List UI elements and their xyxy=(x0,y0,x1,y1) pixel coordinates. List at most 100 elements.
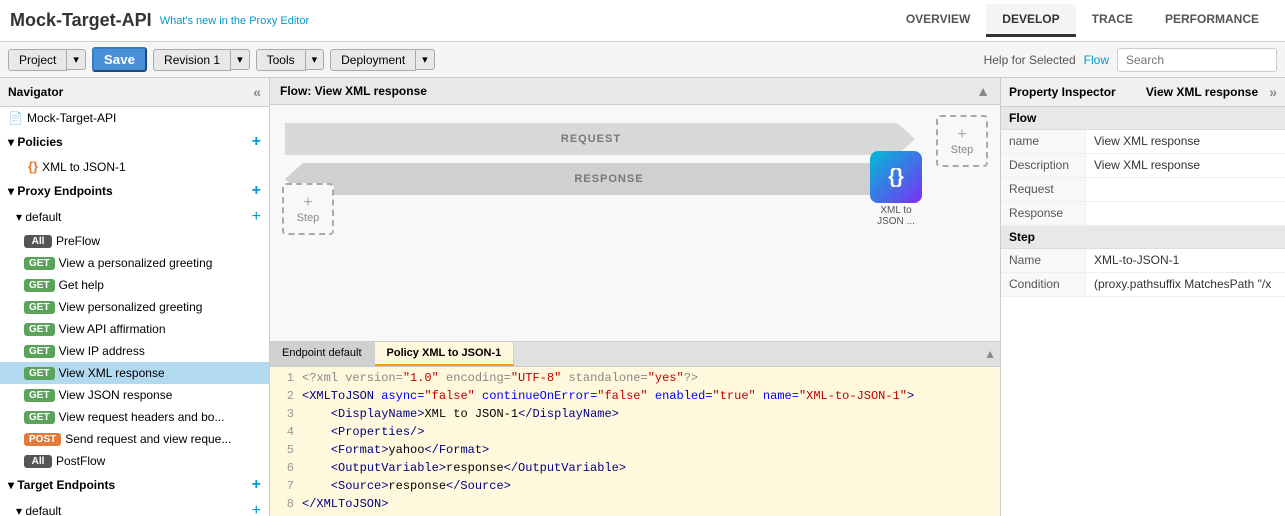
request-label: REQUEST xyxy=(561,133,621,145)
code-line-5: 5 <Format>yahoo</Format> xyxy=(270,441,1000,459)
xml-label: View XML response xyxy=(59,366,165,380)
flow-collapse[interactable]: ▲ xyxy=(976,83,990,99)
tab-endpoint-default[interactable]: Endpoint default xyxy=(270,342,375,366)
tools-button[interactable]: Tools xyxy=(256,49,306,71)
target-label: ▾ Target Endpoints xyxy=(8,478,115,492)
deployment-button[interactable]: Deployment xyxy=(330,49,416,71)
revision-button[interactable]: Revision 1 xyxy=(153,49,231,71)
prop-value-response xyxy=(1086,202,1285,225)
badge-all-preflow: All xyxy=(24,235,52,248)
badge-all-post: All xyxy=(24,455,52,468)
proxy-add[interactable]: + xyxy=(252,182,261,200)
prop-value-request xyxy=(1086,178,1285,201)
json-label: View JSON response xyxy=(59,388,173,402)
code-line-4: 4 <Properties/> xyxy=(270,423,1000,441)
plus-icon-bottom: + xyxy=(303,194,312,212)
prop-value-name: View XML response xyxy=(1086,130,1285,153)
prop-row-response: Response xyxy=(1001,202,1285,226)
code-collapse[interactable]: ▲ xyxy=(984,347,996,361)
project-dropdown[interactable]: ▾ xyxy=(67,49,86,70)
nav-overview[interactable]: OVERVIEW xyxy=(890,4,986,37)
sidebar-header: Navigator « xyxy=(0,78,269,107)
revision-dropdown[interactable]: ▾ xyxy=(231,49,250,70)
default-proxy-add[interactable]: + xyxy=(252,208,261,226)
code-line-7: 7 <Source>response</Source> xyxy=(270,477,1000,495)
deployment-dropdown[interactable]: ▾ xyxy=(416,49,435,70)
sidebar-item-personalized[interactable]: GET View personalized greeting xyxy=(0,296,269,318)
sidebar-section-default-proxy[interactable]: ▾ default + xyxy=(0,204,269,230)
deployment-group: Deployment ▾ xyxy=(330,49,435,71)
flow-title: Flow: View XML response xyxy=(280,84,427,98)
prop-step-label: Step xyxy=(1009,230,1035,244)
sidebar-section-target[interactable]: ▾ Target Endpoints + xyxy=(0,472,269,498)
center-panel: Flow: View XML response ▲ + Step REQUEST xyxy=(270,78,1000,516)
sidebar-item-greeting[interactable]: GET View a personalized greeting xyxy=(0,252,269,274)
flow-diagram: + Step REQUEST {} XML to JSON ... xyxy=(270,105,1000,265)
prop-label-response: Response xyxy=(1001,202,1086,225)
code-editor[interactable]: 1 <?xml version="1.0" encoding="UTF-8" s… xyxy=(270,367,1000,516)
sidebar-item-send-request[interactable]: POST Send request and view reque... xyxy=(0,428,269,450)
nav-develop[interactable]: DEVELOP xyxy=(986,4,1075,37)
project-button[interactable]: Project xyxy=(8,49,67,71)
sidebar-section-default-target[interactable]: ▾ default + xyxy=(0,498,269,516)
sidebar-item-gethelp[interactable]: GET Get help xyxy=(0,274,269,296)
plus-icon-top: + xyxy=(957,126,966,144)
prop-label-request: Request xyxy=(1001,178,1086,201)
tools-dropdown[interactable]: ▾ xyxy=(306,49,325,70)
app-title: Mock-Target-API xyxy=(10,10,152,31)
step-box-bottom[interactable]: + Step xyxy=(282,183,334,235)
policies-add[interactable]: + xyxy=(252,133,261,151)
right-panel-header: Property Inspector View XML response » xyxy=(1001,78,1285,107)
badge-get-json: GET xyxy=(24,389,55,402)
sidebar-item-preflow[interactable]: All PreFlow xyxy=(0,230,269,252)
preflow-label: PreFlow xyxy=(56,234,100,248)
sidebar-api-label: Mock-Target-API xyxy=(27,111,116,125)
code-line-3: 3 <DisplayName>XML to JSON-1</DisplayNam… xyxy=(270,405,1000,423)
sidebar-item-postflow[interactable]: All PostFlow xyxy=(0,450,269,472)
greeting-label: View a personalized greeting xyxy=(59,256,213,270)
right-panel-collapse[interactable]: » xyxy=(1269,84,1277,100)
prop-flow-label: Flow xyxy=(1009,111,1036,125)
policy-step[interactable]: {} XML to JSON ... xyxy=(870,151,922,227)
toolbar: Project ▾ Save Revision 1 ▾ Tools ▾ Depl… xyxy=(0,42,1285,78)
sidebar-item-affirmation[interactable]: GET View API affirmation xyxy=(0,318,269,340)
sidebar-collapse[interactable]: « xyxy=(253,84,261,100)
app-subtitle[interactable]: What's new in the Proxy Editor xyxy=(160,15,309,27)
badge-get-personalized: GET xyxy=(24,301,55,314)
code-line-1: 1 <?xml version="1.0" encoding="UTF-8" s… xyxy=(270,369,1000,387)
send-label: Send request and view reque... xyxy=(65,432,231,446)
api-icon: 📄 xyxy=(8,111,23,125)
request-body: REQUEST xyxy=(285,123,897,155)
default-target-add[interactable]: + xyxy=(252,502,261,516)
save-button[interactable]: Save xyxy=(92,47,147,72)
xml-json-icon-box: {} xyxy=(870,151,922,203)
target-add[interactable]: + xyxy=(252,476,261,494)
sidebar-section-policies[interactable]: ▾ Policies + xyxy=(0,129,269,155)
flow-link[interactable]: Flow xyxy=(1084,53,1109,67)
sidebar-item-json-response[interactable]: GET View JSON response xyxy=(0,384,269,406)
tools-group: Tools ▾ xyxy=(256,49,325,71)
search-input[interactable] xyxy=(1117,48,1277,72)
prop-value-condition: (proxy.pathsuffix MatchesPath "/x xyxy=(1086,273,1285,296)
code-tabs: Endpoint default Policy XML to JSON-1 ▲ xyxy=(270,341,1000,367)
flow-canvas: + Step REQUEST {} XML to JSON ... xyxy=(270,105,1000,341)
prop-label-step-name: Name xyxy=(1001,249,1086,272)
sidebar-item-xml-json[interactable]: {} XML to JSON-1 xyxy=(0,155,269,178)
step-box-top[interactable]: + Step xyxy=(936,115,988,167)
default-target-label: ▾ default xyxy=(16,504,61,516)
tab-policy-xml[interactable]: Policy XML to JSON-1 xyxy=(375,342,515,366)
help-text: Help for Selected xyxy=(984,53,1076,67)
property-inspector-title: Property Inspector xyxy=(1009,85,1116,99)
sidebar: Navigator « 📄 Mock-Target-API ▾ Policies… xyxy=(0,78,270,516)
sidebar-api-name[interactable]: 📄 Mock-Target-API xyxy=(0,107,269,129)
nav-trace[interactable]: TRACE xyxy=(1076,4,1149,37)
prop-label-condition: Condition xyxy=(1001,273,1086,296)
sidebar-section-proxy[interactable]: ▾ Proxy Endpoints + xyxy=(0,178,269,204)
badge-get-help: GET xyxy=(24,279,55,292)
sidebar-item-headers[interactable]: GET View request headers and bo... xyxy=(0,406,269,428)
sidebar-item-ip[interactable]: GET View IP address xyxy=(0,340,269,362)
policies-label: ▾ Policies xyxy=(8,135,63,149)
response-row: RESPONSE xyxy=(285,163,915,195)
nav-performance[interactable]: PERFORMANCE xyxy=(1149,4,1275,37)
sidebar-item-xml-response[interactable]: GET View XML response xyxy=(0,362,269,384)
